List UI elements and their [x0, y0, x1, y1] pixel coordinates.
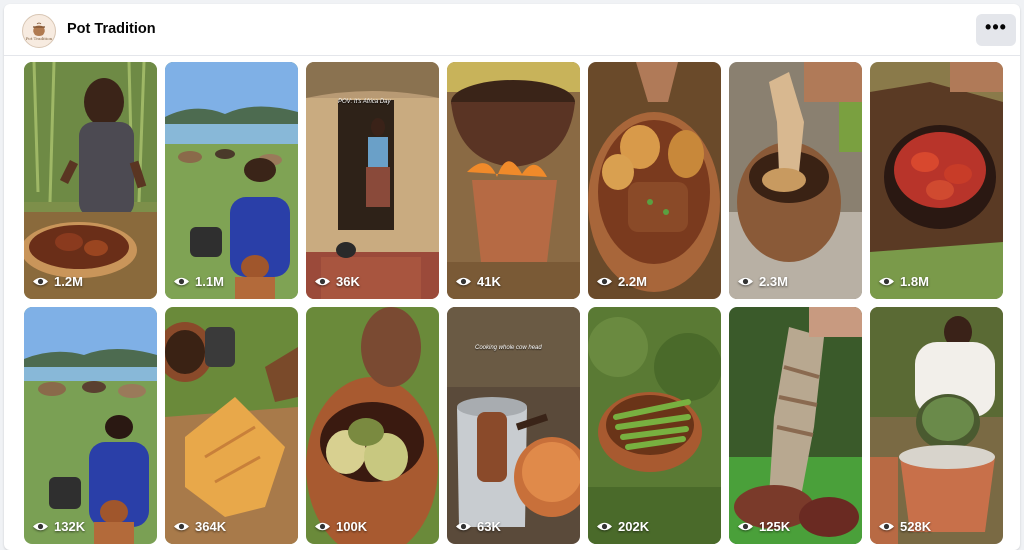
- reel-tile[interactable]: 1.1M: [165, 62, 298, 299]
- reel-tile[interactable]: 2.2M: [588, 62, 721, 299]
- page: Pot Tradition Pot Tradition ••• 1.2M 1.1…: [0, 0, 1024, 550]
- reels-card: Pot Tradition Pot Tradition ••• 1.2M 1.1…: [4, 4, 1020, 550]
- eye-icon: [174, 277, 189, 286]
- reel-thumbnail: [24, 62, 157, 299]
- view-count: 202K: [596, 519, 649, 534]
- view-count: 41K: [455, 274, 501, 289]
- reel-thumbnail: [588, 62, 721, 299]
- eye-icon: [597, 522, 612, 531]
- view-count: 1.1M: [173, 274, 224, 289]
- reel-thumbnail: [306, 62, 439, 299]
- eye-icon: [879, 522, 894, 531]
- view-count-label: 364K: [195, 519, 227, 534]
- view-count-label: 202K: [618, 519, 650, 534]
- view-count: 528K: [878, 519, 931, 534]
- eye-icon: [456, 522, 471, 531]
- reel-tile[interactable]: 528K: [870, 307, 1003, 544]
- reel-tile[interactable]: 132K: [24, 307, 157, 544]
- eye-icon: [456, 277, 471, 286]
- view-count: 364K: [173, 519, 226, 534]
- reel-tile[interactable]: 1.8M: [870, 62, 1003, 299]
- eye-icon: [738, 522, 753, 531]
- eye-icon: [879, 277, 894, 286]
- reel-thumbnail: [729, 62, 862, 299]
- view-count-label: 36K: [336, 274, 360, 289]
- view-count: 1.2M: [32, 274, 83, 289]
- view-count-label: 1.8M: [900, 274, 929, 289]
- reel-tile[interactable]: 41K: [447, 62, 580, 299]
- eye-icon: [174, 522, 189, 531]
- view-count-label: 63K: [477, 519, 501, 534]
- avatar-logo-text: Pot Tradition: [25, 35, 53, 41]
- reel-tile[interactable]: Cooking whole cow head 63K: [447, 307, 580, 544]
- reel-thumbnail: [447, 62, 580, 299]
- reel-thumbnail: [729, 307, 862, 544]
- eye-icon: [33, 277, 48, 286]
- reel-thumbnail: [165, 62, 298, 299]
- view-count-label: 2.3M: [759, 274, 788, 289]
- reel-tile[interactable]: 202K: [588, 307, 721, 544]
- view-count: 132K: [32, 519, 85, 534]
- reel-tile[interactable]: 2.3M: [729, 62, 862, 299]
- view-count: 2.3M: [737, 274, 788, 289]
- reel-thumbnail: [447, 307, 580, 544]
- page-avatar[interactable]: Pot Tradition: [22, 14, 56, 48]
- reel-caption: Cooking whole cow head: [475, 345, 542, 351]
- more-options-icon: •••: [985, 16, 1007, 37]
- view-count-label: 125K: [759, 519, 791, 534]
- view-count: 63K: [455, 519, 501, 534]
- view-count-label: 1.2M: [54, 274, 83, 289]
- reel-tile[interactable]: 364K: [165, 307, 298, 544]
- view-count: 2.2M: [596, 274, 647, 289]
- reel-tile[interactable]: 125K: [729, 307, 862, 544]
- view-count-label: 100K: [336, 519, 368, 534]
- reel-tile[interactable]: POV: It's Africa Day 36K: [306, 62, 439, 299]
- reel-tile[interactable]: 100K: [306, 307, 439, 544]
- reel-caption: POV: It's Africa Day: [338, 99, 391, 105]
- page-header: Pot Tradition Pot Tradition •••: [4, 4, 1020, 56]
- view-count: 1.8M: [878, 274, 929, 289]
- reel-thumbnail: [306, 307, 439, 544]
- more-options-button[interactable]: •••: [976, 14, 1016, 46]
- eye-icon: [738, 277, 753, 286]
- eye-icon: [315, 277, 330, 286]
- reel-thumbnail: [588, 307, 721, 544]
- reel-thumbnail: [870, 62, 1003, 299]
- reel-thumbnail: [870, 307, 1003, 544]
- view-count-label: 41K: [477, 274, 501, 289]
- page-name[interactable]: Pot Tradition: [67, 21, 156, 37]
- view-count-label: 528K: [900, 519, 932, 534]
- reel-tile[interactable]: 1.2M: [24, 62, 157, 299]
- view-count: 36K: [314, 274, 360, 289]
- reel-thumbnail: [165, 307, 298, 544]
- view-count-label: 2.2M: [618, 274, 647, 289]
- reel-thumbnail: [24, 307, 157, 544]
- eye-icon: [33, 522, 48, 531]
- view-count-label: 132K: [54, 519, 86, 534]
- eye-icon: [315, 522, 330, 531]
- view-count: 100K: [314, 519, 367, 534]
- eye-icon: [597, 277, 612, 286]
- view-count: 125K: [737, 519, 790, 534]
- view-count-label: 1.1M: [195, 274, 224, 289]
